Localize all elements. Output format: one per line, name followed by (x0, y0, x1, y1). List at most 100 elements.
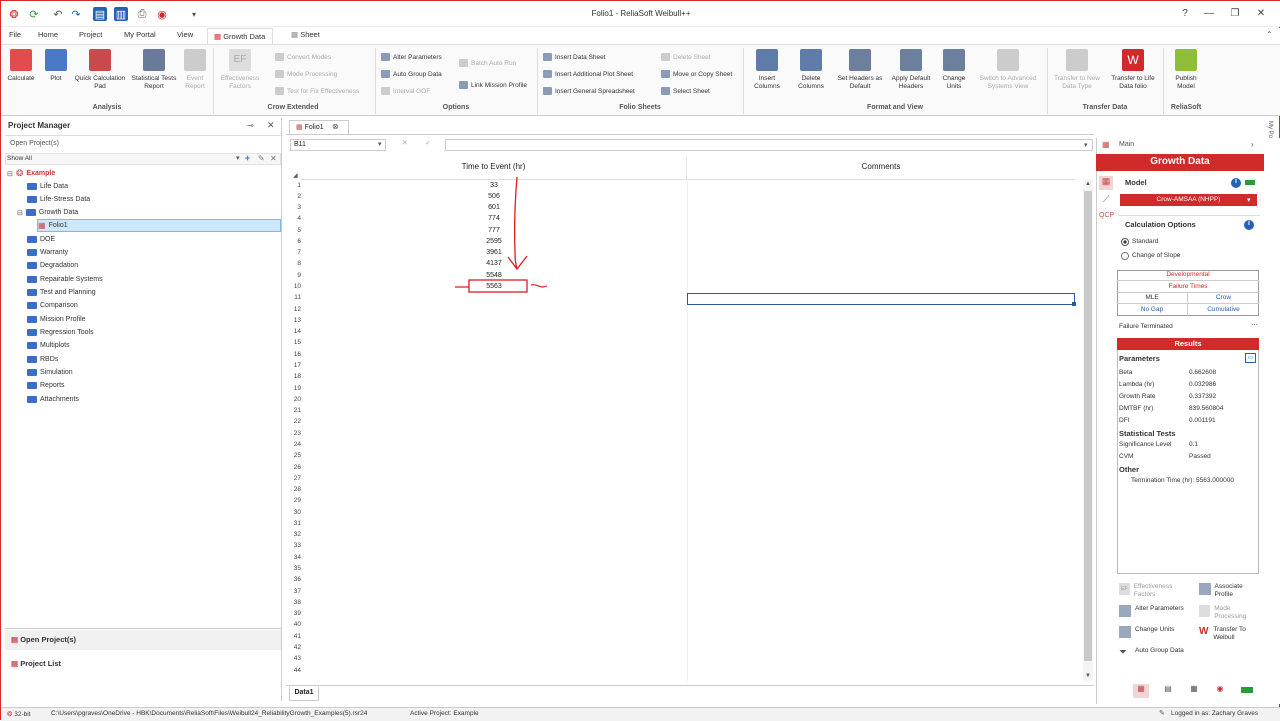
menu-sheet[interactable]: ▦ Sheet (291, 30, 320, 39)
convert-modes-button[interactable]: Convert Modes (275, 53, 331, 61)
row-number[interactable]: 19 (287, 385, 301, 392)
close-button[interactable]: ✕ (1255, 8, 1267, 19)
panel-side-main-icon[interactable]: ▦ (1099, 176, 1113, 190)
pin-icon[interactable]: ⊸ (247, 121, 254, 130)
statistical-tests-button[interactable]: Statistical Tests Report (131, 49, 177, 91)
switch-advanced-view-button[interactable]: Switch to Advanced Systems View (973, 49, 1043, 91)
calculate-button[interactable]: Calculate (5, 49, 37, 83)
model-dropdown-icon[interactable]: ▾ (1247, 196, 1251, 204)
row-number[interactable]: 8 (287, 260, 301, 267)
row-number[interactable]: 21 (287, 407, 301, 414)
calc-info-icon[interactable]: i (1244, 220, 1254, 230)
row-number[interactable]: 10 (287, 283, 301, 290)
delete-icon[interactable]: ✕ (270, 154, 277, 163)
column-header-comments[interactable]: Comments (687, 157, 1075, 179)
test-for-fix-button[interactable]: Test for Fix Effectiveness (275, 87, 359, 95)
link-mission-profile-button[interactable]: Link Mission Profile (459, 81, 527, 89)
menu-my-portal[interactable]: My Portal (124, 30, 156, 39)
close-tab-icon[interactable]: ⊗ (332, 122, 339, 131)
crow-option[interactable]: Crow (1188, 293, 1259, 304)
row-number[interactable]: 27 (287, 475, 301, 482)
menu-growth-data[interactable]: ▦ Growth Data (207, 28, 273, 44)
tree-item-warranty[interactable]: Warranty (27, 246, 68, 259)
row-number[interactable]: 7 (287, 249, 301, 256)
row-number[interactable]: 42 (287, 644, 301, 651)
action-auto-group[interactable]: ⏷ Auto Group Data (1119, 647, 1189, 659)
row-number[interactable]: 33 (287, 542, 301, 549)
help-icon[interactable]: ? (1179, 8, 1191, 19)
delete-columns-button[interactable]: Delete Columns (791, 49, 831, 91)
row-number[interactable]: 26 (287, 464, 301, 471)
row-number[interactable]: 15 (287, 339, 301, 346)
interval-gof-button[interactable]: Interval GOF (381, 87, 430, 95)
mle-option[interactable]: MLE (1117, 293, 1188, 304)
sheet-tab-data1[interactable]: Data1 (289, 687, 319, 701)
tree-item-growth-data[interactable]: ⊟ Growth Data (17, 206, 78, 219)
insert-columns-button[interactable]: Insert Columns (747, 49, 787, 91)
row-number[interactable]: 4 (287, 215, 301, 222)
row-number[interactable]: 13 (287, 317, 301, 324)
row-number[interactable]: 17 (287, 362, 301, 369)
row-number[interactable]: 36 (287, 576, 301, 583)
row-number[interactable]: 12 (287, 306, 301, 313)
close-panel-icon[interactable]: ✕ (267, 120, 275, 131)
batch-auto-run-button[interactable]: Batch Auto Run (459, 59, 516, 67)
vertical-scroll-thumb[interactable] (1084, 191, 1092, 661)
row-number[interactable]: 41 (287, 633, 301, 640)
row-number[interactable]: 20 (287, 396, 301, 403)
tree-item-folio1[interactable]: ▦ Folio1 (37, 219, 281, 232)
cell-reference-box[interactable]: B11 (290, 139, 386, 151)
row-number[interactable]: 25 (287, 452, 301, 459)
set-headers-default-button[interactable]: Set Headers as Default (837, 49, 883, 91)
select-all-corner[interactable]: ◢ (293, 172, 298, 179)
row-number[interactable]: 38 (287, 599, 301, 606)
tree-item-degradation[interactable]: Degradation (27, 259, 78, 272)
transfer-new-type-button[interactable]: Transfer to New Data Type (1051, 49, 1103, 91)
tree-item-reports[interactable]: Reports (27, 379, 65, 392)
action-mode-processing[interactable]: Mode Processing (1199, 605, 1261, 621)
row-number[interactable]: 40 (287, 621, 301, 628)
tree-item-attachments[interactable]: Attachments (27, 393, 79, 406)
minimize-button[interactable]: — (1203, 8, 1215, 19)
edit-icon[interactable]: ✎ (258, 154, 265, 163)
menu-project[interactable]: Project (79, 30, 102, 39)
formula-expand-icon[interactable]: ▾ (1084, 141, 1088, 149)
tree-item-life-data[interactable]: Life Data (27, 180, 68, 193)
fill-handle[interactable] (1072, 302, 1076, 306)
row-number[interactable]: 23 (287, 430, 301, 437)
tree-item-life-stress-data[interactable]: Life-Stress Data (27, 193, 90, 206)
bottom-synthesis-icon[interactable]: ◉ (1213, 684, 1227, 698)
move-copy-sheet-button[interactable]: Move or Copy Sheet (661, 70, 732, 78)
tree-item-simulation[interactable]: Simulation (27, 366, 73, 379)
plot-button[interactable]: Plot (41, 49, 71, 83)
bottom-table-icon[interactable]: ▤ (1161, 684, 1175, 698)
cell-ref-dropdown-icon[interactable]: ▾ (378, 140, 382, 148)
row-number[interactable]: 6 (287, 238, 301, 245)
filter-dropdown-icon[interactable]: ▾ (236, 154, 240, 162)
tree-root-example[interactable]: ⊟ ❂ Example (7, 167, 55, 180)
formula-bar[interactable] (445, 139, 1093, 151)
row-number[interactable]: 43 (287, 655, 301, 662)
row-number[interactable]: 18 (287, 373, 301, 380)
row-number[interactable]: 32 (287, 531, 301, 538)
alter-parameters-button[interactable]: Alter Parameters (381, 53, 442, 61)
row-number[interactable]: 1 (287, 182, 301, 189)
action-alter-parameters[interactable]: Alter Parameters (1119, 605, 1189, 617)
cumulative-option[interactable]: Cumulative (1188, 304, 1259, 316)
selected-cell-b11[interactable] (687, 293, 1075, 305)
bottom-collapse-icon[interactable] (1241, 687, 1253, 693)
tree-item-doe[interactable]: DOE (27, 233, 55, 246)
model-info-icon[interactable]: i (1231, 178, 1241, 188)
tree-item-mission-profile[interactable]: Mission Profile (27, 313, 86, 326)
scroll-up-icon[interactable]: ▲ (1085, 181, 1091, 187)
action-effectiveness-factors[interactable]: EF Effectiveness Factors (1119, 583, 1189, 599)
developmental-option[interactable]: Developmental (1117, 270, 1259, 281)
event-report-button[interactable]: Event Report (181, 49, 209, 91)
row-number[interactable]: 30 (287, 509, 301, 516)
restore-button[interactable]: ❐ (1229, 8, 1241, 19)
row-number[interactable]: 31 (287, 520, 301, 527)
row-number[interactable]: 34 (287, 554, 301, 561)
auto-group-data-button[interactable]: Auto Group Data (381, 70, 442, 78)
cancel-edit-icon[interactable]: ✕ (402, 139, 408, 147)
insert-spreadsheet-button[interactable]: Insert General Spreadsheet (543, 87, 635, 95)
